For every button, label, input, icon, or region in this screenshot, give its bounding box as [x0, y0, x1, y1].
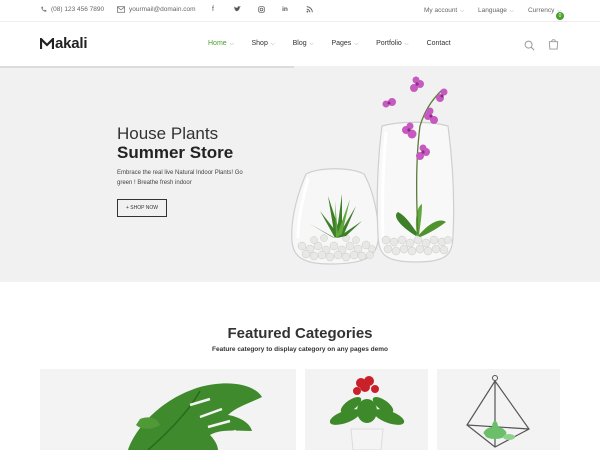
language-dropdown[interactable]: Language ⌵: [478, 7, 514, 14]
facebook-icon[interactable]: f: [208, 6, 218, 15]
hero-description: Embrace the real live Natural Indoor Pla…: [117, 170, 243, 186]
terrarium-image: [466, 375, 530, 448]
account-dropdown[interactable]: My account ⌵: [424, 7, 464, 14]
hero-title-line1: House Plants: [117, 124, 219, 143]
nav-blog[interactable]: Blog ⌵: [293, 40, 314, 47]
featured-categories-title: Featured Categories: [227, 325, 373, 342]
hero-top-divider: [0, 66, 294, 68]
category-card-monstera[interactable]: [40, 369, 296, 450]
nav-portfolio[interactable]: Portfolio ⌵: [376, 40, 408, 47]
nav-pages-label: Pages: [331, 40, 352, 47]
mail-icon: [117, 6, 125, 13]
nav-portfolio-label: Portfolio: [376, 40, 402, 47]
nav-shop-label: Shop: [251, 40, 268, 47]
shop-now-button[interactable]: + SHOP NOW: [117, 199, 167, 217]
category-card-terrarium[interactable]: [437, 369, 560, 450]
main-nav: Home ⌵ Shop ⌵ Blog ⌵ Pages ⌵ Portfolio ⌵ Cont…: [208, 40, 469, 47]
nav-blog-label: Blog: [292, 40, 307, 47]
phone-contact[interactable]: (08) 123 456 7890: [40, 6, 104, 13]
chevron-down-icon: ⌵: [460, 8, 465, 14]
nav-home-label: Home: [208, 40, 227, 47]
phone-number: (08) 123 456 7890: [51, 6, 105, 13]
hero-banner: House Plants Summer Store Embrace the re…: [0, 66, 600, 282]
language-label: Language: [478, 7, 507, 14]
cart-icon[interactable]: [548, 37, 559, 55]
chevron-down-icon: ⌵: [404, 40, 409, 47]
chevron-down-icon: ⌵: [309, 40, 314, 47]
linkedin-icon[interactable]: in: [280, 6, 290, 15]
social-links: f in: [208, 6, 314, 15]
rss-icon[interactable]: [304, 6, 314, 15]
logo-mark-icon: [40, 37, 54, 49]
nav-shop[interactable]: Shop ⌵: [251, 40, 274, 47]
chevron-down-icon: ⌵: [229, 40, 234, 47]
email-contact[interactable]: yourmail@domain.com: [117, 6, 196, 13]
logo-text: akali: [55, 35, 88, 52]
nav-contact[interactable]: Contact: [427, 40, 451, 47]
hero-plant-vases-image: [291, 76, 455, 265]
nav-home[interactable]: Home ⌵: [208, 40, 233, 47]
email-address: yourmail@domain.com: [129, 6, 196, 13]
nav-contact-label: Contact: [426, 40, 451, 47]
nav-pages[interactable]: Pages ⌵: [331, 40, 358, 47]
phone-icon: [41, 6, 47, 12]
account-label: My account: [424, 7, 458, 14]
chevron-down-icon: ⌵: [509, 8, 514, 14]
monstera-leaf-image: [128, 383, 262, 450]
cart-count-badge: 0: [556, 12, 564, 20]
main-header: akali Home ⌵ Shop ⌵ Blog ⌵ Pages ⌵ Portfolio…: [0, 22, 600, 66]
flower-pot-image: [329, 376, 405, 450]
instagram-icon[interactable]: [256, 6, 266, 15]
chevron-down-icon: ⌵: [270, 40, 275, 47]
chevron-down-icon: ⌵: [354, 40, 359, 47]
featured-categories-subtitle: Feature category to display category on …: [212, 346, 388, 353]
site-logo[interactable]: akali: [40, 35, 88, 52]
twitter-icon[interactable]: [232, 6, 242, 15]
top-bar: (08) 123 456 7890 yourmail@domain.com f …: [0, 0, 600, 22]
hero-title-line2: Summer Store: [117, 143, 234, 162]
category-card-flower-pot[interactable]: [305, 369, 428, 450]
search-icon[interactable]: [524, 38, 535, 56]
currency-label: Currency: [528, 7, 555, 14]
